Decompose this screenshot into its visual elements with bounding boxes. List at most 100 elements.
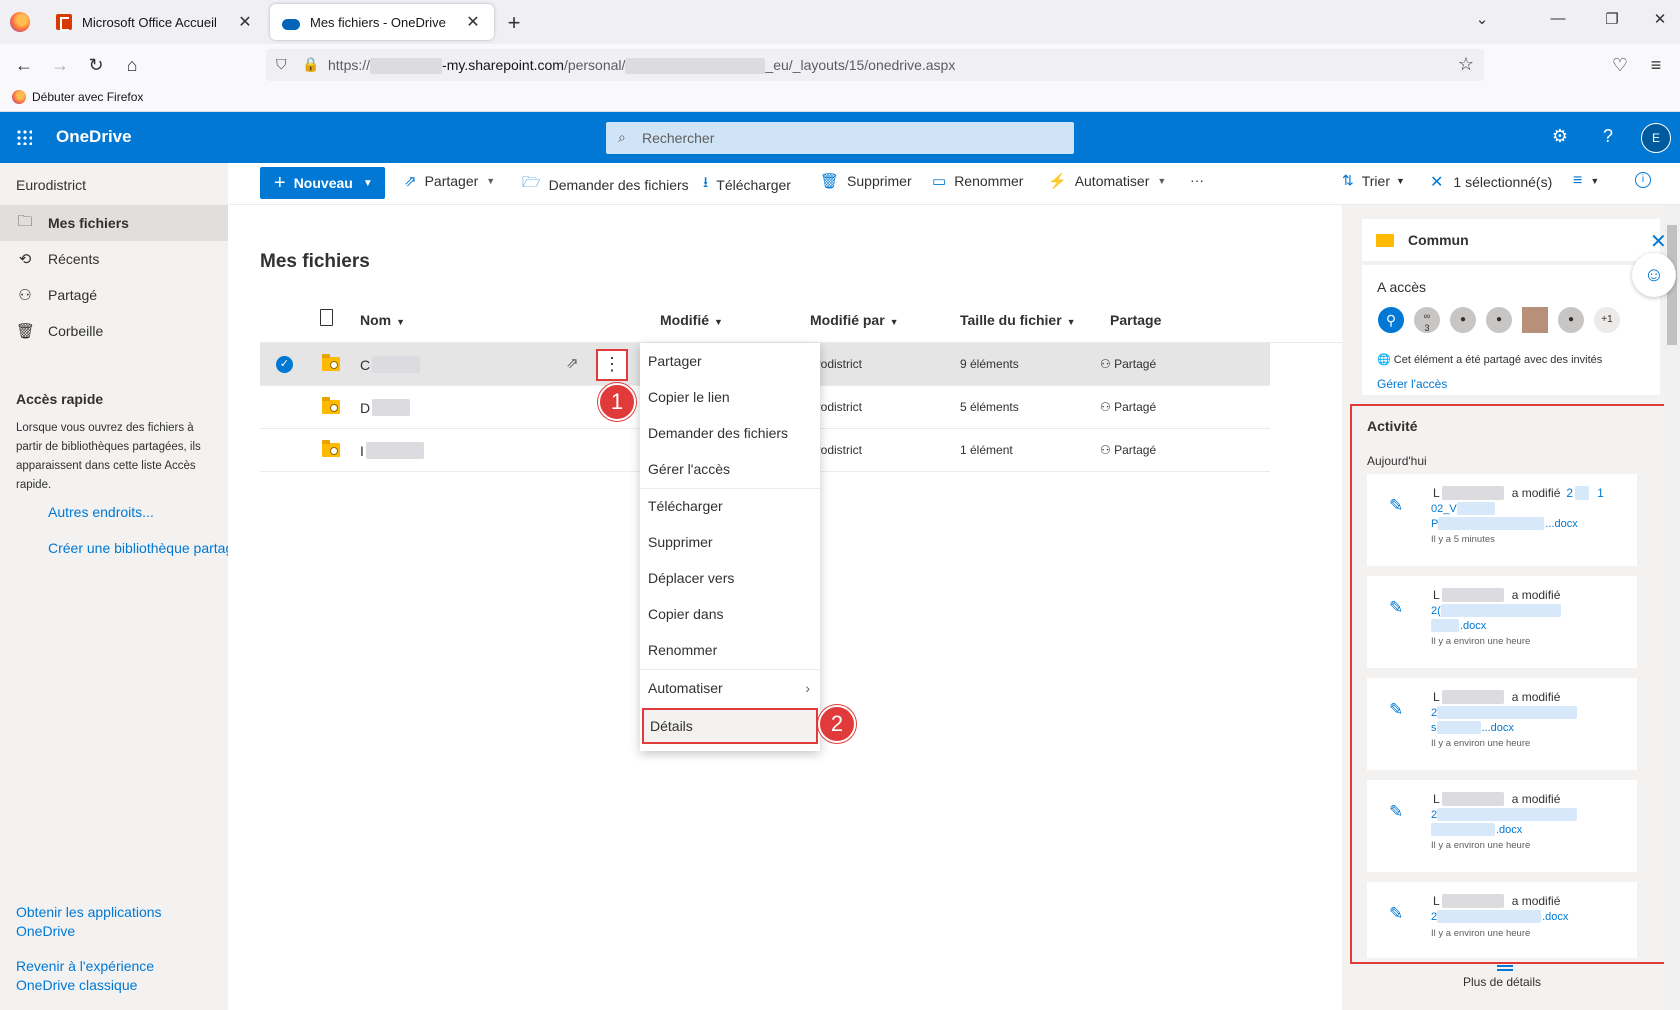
nav-item-recycle-bin[interactable]: 🗑 Corbeille [0,313,228,349]
tracking-shield-icon[interactable]: ⛉ [276,56,287,73]
bookmark-getting-started[interactable]: Débuter avec Firefox [12,90,143,104]
column-header-file-size[interactable]: Taille du fichier ▼ [960,312,1076,328]
hamburger-menu-icon[interactable]: ≡ [1644,53,1668,77]
home-icon[interactable]: ⌂ [120,53,144,77]
person-avatar-icon[interactable]: ● [1556,305,1586,335]
activity-card[interactable]: ✎ La modifié 2 .docx Il y a environ une … [1367,780,1637,872]
get-apps-link[interactable]: Obtenir les applications OneDrive [16,903,216,941]
file-link[interactable]: 2 [1431,808,1578,821]
tab-onedrive[interactable]: Mes fichiers - OneDrive ✕ [270,4,494,40]
app-name[interactable]: OneDrive [56,127,132,147]
app-launcher-icon[interactable] [16,129,32,145]
url-text[interactable]: https:// -my.sharepoint.com/personal/ _eu/… [328,57,955,75]
file-link[interactable]: 2 [1431,706,1578,719]
create-shared-library-link[interactable]: Créer une bibliothèque partagée [48,540,228,556]
help-icon[interactable]: ? [1596,126,1620,147]
more-actions-button[interactable]: ⋮ [596,349,628,381]
menu-item-share[interactable]: Partager [640,343,820,379]
person-avatar-icon[interactable]: ● [1448,305,1478,335]
sort-command[interactable]: ⇅ Trier ▼ [1342,172,1405,189]
nav-item-my-files[interactable]: 🗀 Mes fichiers [0,205,228,241]
activity-card[interactable]: ✎ La modifié 2 s ...docx Il y a environ u… [1367,678,1637,770]
share-command[interactable]: ⇗ Partager ▼ [404,172,495,190]
automate-command[interactable]: ⚡ Automatiser ▼ [1048,172,1166,190]
file-link[interactable]: .docx [1431,619,1486,632]
classic-experience-link[interactable]: Revenir à l'expérience OneDrive classiqu… [16,957,216,995]
details-pane-toggle[interactable]: i [1635,172,1651,188]
feedback-icon[interactable]: ☺ [1632,253,1676,297]
nav-item-shared[interactable]: ⚇ Partagé [0,277,228,313]
menu-item-download[interactable]: Télécharger [640,488,820,524]
menu-item-copy-to[interactable]: Copier dans [640,596,820,632]
other-places-link[interactable]: Autres endroits... [48,504,154,520]
file-link[interactable]: P ...docx [1431,517,1578,530]
forward-arrow-icon[interactable]: → [48,53,72,77]
file-link[interactable]: 02_V [1431,502,1496,515]
menu-item-rename[interactable]: Renommer [640,632,820,668]
more-details-link[interactable]: Plus de détails [1342,975,1662,989]
file-link-part[interactable]: 2 [1566,486,1573,500]
file-type-icon[interactable] [320,309,333,326]
download-command[interactable]: ⭳ Télécharger [703,172,791,197]
link-count-avatar[interactable]: ∞ 3 [1412,305,1442,335]
file-link-part[interactable]: 1 [1597,486,1604,500]
person-avatar-icon[interactable]: ● [1484,305,1514,335]
column-header-sharing[interactable]: Partage [1110,312,1161,328]
new-button[interactable]: + Nouveau ▼ [260,167,385,199]
close-icon[interactable]: ✕ [236,12,254,32]
activity-card[interactable]: ✎ La modifié 2 1 02_V P ...docx Il y a 5 m… [1367,474,1637,566]
menu-item-manage-access[interactable]: Gérer l'accès [640,451,820,487]
details-scrollbar[interactable] [1664,205,1680,1010]
nav-item-recent[interactable]: ⟲ Récents [0,241,228,277]
clear-selection-icon[interactable]: ✕ [1430,172,1443,192]
file-name[interactable]: D [360,399,411,416]
file-name[interactable]: I [360,442,424,459]
rename-command[interactable]: ▭ Renommer [932,172,1023,190]
menu-item-delete[interactable]: Supprimer [640,524,820,560]
minimize-icon[interactable]: — [1546,10,1570,27]
owner-avatar-icon[interactable]: ⚲ [1376,305,1406,335]
share-icon[interactable]: ⇗ [566,354,579,372]
more-commands-button[interactable]: ··· [1190,172,1204,188]
close-window-icon[interactable]: ✕ [1648,10,1672,28]
back-arrow-icon[interactable]: ← [12,53,36,77]
manage-access-link[interactable]: Gérer l'accès [1377,377,1447,391]
url-bar[interactable]: ⛉ 🔒 https:// -my.sharepoint.com/personal/… [266,49,1484,81]
more-people-avatar[interactable]: +1 [1592,305,1622,335]
file-link[interactable]: 2( [1431,604,1562,617]
more-details-icon[interactable] [1497,965,1513,971]
search-box[interactable]: ⌕ [606,122,1074,154]
close-icon[interactable]: ✕ [464,12,482,32]
activity-card[interactable]: ✎ La modifié 2( .docx Il y a environ une… [1367,576,1637,668]
menu-item-move-to[interactable]: Déplacer vers [640,560,820,596]
file-link[interactable]: s ...docx [1431,721,1514,734]
request-files-command[interactable]: 🗁 Demander des fichiers [522,172,689,197]
firefox-menu-icon[interactable] [10,12,30,32]
reload-icon[interactable]: ↻ [84,53,108,77]
column-header-modified[interactable]: Modifié ▼ [660,312,723,328]
selection-count[interactable]: ✕ 1 sélectionné(s) [1430,172,1552,192]
search-input[interactable] [642,128,1062,148]
checkmark-icon[interactable]: ✓ [276,356,293,373]
bookmark-star-icon[interactable]: ☆ [1458,54,1474,75]
delete-command[interactable]: 🗑 Supprimer [820,172,912,190]
file-link[interactable]: .docx [1431,823,1522,836]
settings-gear-icon[interactable]: ⚙ [1548,126,1572,147]
pocket-icon[interactable]: ♡ [1608,53,1632,77]
menu-item-copy-link[interactable]: Copier le lien [640,379,820,415]
tab-office-home[interactable]: Microsoft Office Accueil ✕ [44,4,266,40]
user-photo-avatar[interactable] [1520,305,1550,335]
column-header-modified-by[interactable]: Modifié par ▼ [810,312,899,328]
lock-icon[interactable]: 🔒 [302,56,319,73]
menu-item-request-files[interactable]: Demander des fichiers [640,415,820,451]
menu-item-automate[interactable]: Automatiser › [640,670,820,706]
file-link[interactable]: 2 .docx [1431,910,1568,923]
account-avatar[interactable]: E [1641,123,1671,153]
list-tabs-chevron-icon[interactable]: ⌄ [1470,10,1494,28]
column-header-name[interactable]: Nom ▼ [360,312,405,328]
activity-card[interactable]: ✎ La modifié 2 .docx Il y a environ une h… [1367,882,1637,958]
file-name[interactable]: C [360,356,421,373]
view-options-button[interactable]: ≡ ▼ [1573,172,1599,190]
restore-icon[interactable]: ❐ [1600,10,1624,28]
new-tab-button[interactable]: + [502,10,526,36]
